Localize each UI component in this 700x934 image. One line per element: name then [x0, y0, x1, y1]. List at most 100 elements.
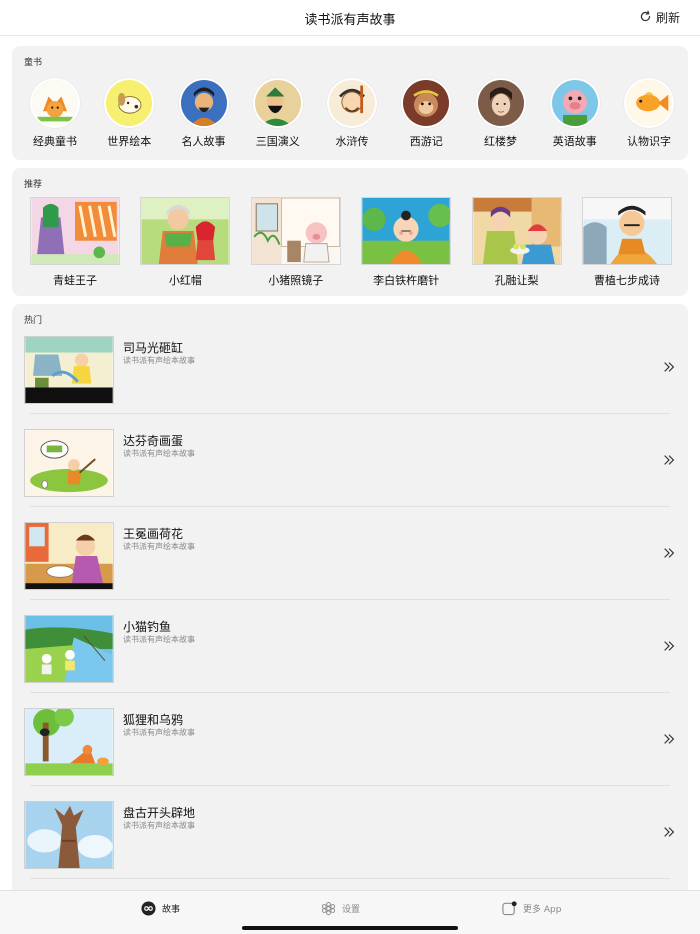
- goldfish-illustration-icon: [624, 78, 674, 128]
- pig-cartoon-icon: [549, 78, 600, 128]
- list-item[interactable]: 小猫钓鱼 读书派有声绘本故事: [12, 613, 688, 706]
- double-chevron-right-icon: [664, 641, 675, 651]
- tab-story[interactable]: 故事: [141, 901, 180, 916]
- infinity-icon: [141, 901, 156, 916]
- recommend-item[interactable]: 青蛙王子: [30, 197, 120, 288]
- divider: [30, 878, 670, 879]
- story-subtitle: 读书派有声绘本故事: [123, 449, 195, 458]
- story-thumbnail: [140, 197, 231, 265]
- category-item-english-stories[interactable]: 英语故事: [542, 78, 608, 149]
- category-item-objects-words[interactable]: 认物识字: [616, 78, 682, 149]
- list-item[interactable]: 狐狸和乌鸦 读书派有声绘本故事: [12, 706, 688, 799]
- story-thumbnail: [471, 197, 562, 265]
- fox-illustration-icon: [30, 78, 80, 128]
- double-chevron-right-icon: [664, 734, 675, 744]
- double-chevron-right-icon: [664, 362, 675, 372]
- category-section-label: 童书: [24, 58, 43, 68]
- tab-bar: 故事 设置 更多 App: [0, 890, 700, 934]
- story-title: 达芬奇画蛋: [123, 434, 184, 448]
- recommend-item[interactable]: 孔融让梨: [471, 197, 562, 288]
- category-item-journey-west[interactable]: 西游记: [393, 78, 459, 149]
- list-item[interactable]: 盘古开头辟地 读书派有声绘本故事: [12, 799, 688, 890]
- refresh-icon: [639, 10, 652, 26]
- tab-settings[interactable]: 设置: [321, 901, 360, 916]
- story-subtitle: 读书派有声绘本故事: [123, 356, 195, 365]
- recommend-item[interactable]: 小红帽: [140, 197, 231, 288]
- story-thumbnail: [24, 429, 114, 497]
- category-item-famous-people[interactable]: 名人故事: [171, 78, 237, 149]
- monkey-king-portrait-icon: [401, 78, 452, 128]
- tab-more-apps[interactable]: 更多 App: [502, 901, 561, 916]
- hot-section-label: 热门: [24, 316, 43, 326]
- story-subtitle: 读书派有声绘本故事: [123, 728, 195, 737]
- category-section: 童书 经典童书 世界绘本 名人故事 三国演义 水浒传 西游记 红楼梦 英语故事 …: [12, 46, 688, 160]
- category-name: 经典童书: [33, 135, 77, 148]
- double-chevron-right-icon: [664, 548, 675, 558]
- general-portrait-icon: [252, 78, 303, 128]
- divider: [30, 692, 670, 693]
- home-indicator: [242, 926, 458, 930]
- lady-portrait-icon: [475, 78, 526, 128]
- story-thumbnail: [24, 336, 114, 404]
- hot-list: 司马光砸缸 读书派有声绘本故事 达芬奇画蛋 读书派有声绘本故事 王冕画荷花 读书…: [12, 334, 688, 890]
- story-thumbnail: [24, 615, 114, 683]
- scholar-portrait-icon: [178, 78, 229, 128]
- list-item[interactable]: 司马光砸缸 读书派有声绘本故事: [12, 334, 688, 427]
- story-thumbnail: [24, 708, 114, 776]
- category-item-water-margin[interactable]: 水浒传: [319, 78, 385, 149]
- dog-illustration-icon: [104, 78, 155, 128]
- nav-bar: 读书派有声故事 刷新: [0, 0, 700, 36]
- category-name: 水浒传: [335, 135, 369, 148]
- recommend-section-label: 推荐: [24, 180, 43, 190]
- recommend-item-name: 孔融让梨: [494, 274, 539, 287]
- recommend-item[interactable]: 李白铁杵磨针: [361, 197, 452, 288]
- list-item[interactable]: 王冕画荷花 读书派有声绘本故事: [12, 520, 688, 613]
- story-home: 童书 经典童书 世界绘本 名人故事 三国演义 水浒传 西游记 红楼梦 英语故事 …: [0, 36, 700, 890]
- recommend-item[interactable]: 小猪照镜子: [250, 197, 341, 288]
- category-name: 西游记: [409, 135, 443, 148]
- story-thumbnail: [24, 801, 114, 869]
- page-title: 读书派有声故事: [304, 13, 396, 28]
- recommend-item-name: 小猪照镜子: [268, 274, 324, 287]
- story-thumbnail: [30, 197, 120, 265]
- recommend-item-name: 青蛙王子: [53, 274, 97, 287]
- recommend-item-name: 曹植七步成诗: [593, 274, 660, 287]
- category-item-red-mansions[interactable]: 红楼梦: [468, 78, 534, 149]
- recommend-item-name: 小红帽: [168, 274, 202, 287]
- divider: [30, 785, 670, 786]
- story-thumbnail: [361, 197, 452, 265]
- double-chevron-right-icon: [664, 455, 675, 465]
- refresh-button[interactable]: 刷新: [639, 9, 680, 26]
- app-square-icon: [502, 901, 517, 916]
- story-title: 王冕画荷花: [123, 527, 184, 541]
- hero-portrait-icon: [327, 78, 377, 128]
- category-name: 世界绘本: [107, 135, 152, 148]
- story-title: 小猫钓鱼: [123, 620, 172, 634]
- story-title: 狐狸和乌鸦: [123, 713, 184, 727]
- category-name: 三国演义: [255, 135, 300, 148]
- tab-more-label: 更多 App: [523, 905, 562, 915]
- recommend-item[interactable]: 曹植七步成诗: [581, 197, 672, 288]
- recommend-item-name: 李白铁杵磨针: [373, 274, 440, 287]
- tab-story-label: 故事: [162, 905, 181, 915]
- category-name: 英语故事: [552, 135, 597, 148]
- category-item-world-picturebook[interactable]: 世界绘本: [96, 78, 162, 149]
- story-subtitle: 读书派有声绘本故事: [123, 821, 195, 830]
- category-item-three-kingdoms[interactable]: 三国演义: [245, 78, 311, 149]
- tab-settings-label: 设置: [342, 905, 361, 915]
- recommend-section: 推荐 青蛙王子 小红帽 小猪照镜子 李白铁杵磨针 孔融让梨 曹植七步成诗: [12, 168, 688, 296]
- divider: [30, 506, 670, 507]
- refresh-label: 刷新: [655, 11, 680, 25]
- category-name: 红楼梦: [484, 135, 517, 148]
- story-title: 司马光砸缸: [123, 341, 184, 355]
- story-title: 盘古开头辟地: [123, 806, 196, 820]
- story-thumbnail: [250, 197, 341, 265]
- category-item-classic[interactable]: 经典童书: [22, 78, 88, 149]
- double-chevron-right-icon: [664, 827, 675, 837]
- hot-section: 热门 司马光砸缸 读书派有声绘本故事 达芬奇画蛋 读书派有声绘本故事 王冕画荷花…: [12, 304, 688, 890]
- list-item[interactable]: 达芬奇画蛋 读书派有声绘本故事: [12, 427, 688, 520]
- story-thumbnail: [581, 197, 672, 265]
- category-name: 认物识字: [627, 135, 671, 148]
- story-subtitle: 读书派有声绘本故事: [123, 635, 195, 644]
- divider: [30, 599, 670, 600]
